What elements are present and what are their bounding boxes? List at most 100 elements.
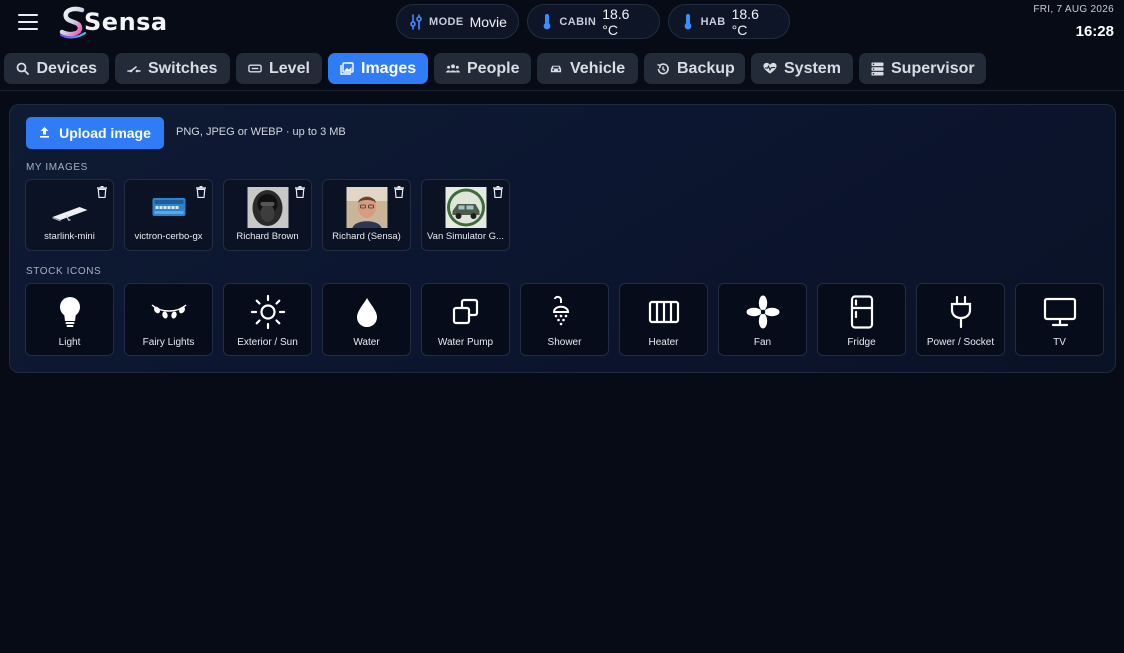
cabin-temp-pill[interactable]: CABIN 18.6 °C xyxy=(527,4,660,39)
hab-value: 18.6 °C xyxy=(731,5,759,38)
stock-icon-name: Light xyxy=(58,337,81,348)
tab-label: Supervisor xyxy=(891,59,975,77)
tv-icon xyxy=(1042,294,1078,330)
tab-vehicle[interactable]: Vehicle xyxy=(537,53,638,84)
stock-icon-fairy-lights[interactable]: Fairy Lights xyxy=(124,283,213,356)
mode-label: MODE xyxy=(429,15,464,28)
image-name: Richard Brown xyxy=(236,231,299,242)
tab-system[interactable]: System xyxy=(751,53,853,84)
water-drop-icon xyxy=(349,294,385,330)
sun-icon xyxy=(250,294,286,330)
logo-text: Sensa xyxy=(84,8,168,36)
tab-label: People xyxy=(467,59,520,77)
stock-icon-light[interactable]: Light xyxy=(25,283,114,356)
images-panel: Upload image PNG, JPEG or WEBP · up to 3… xyxy=(9,104,1116,373)
stock-icon-water-pump[interactable]: Water Pump xyxy=(421,283,510,356)
my-images-list: starlink-mini victron-cerbo-gx Richard B… xyxy=(25,179,510,251)
delete-icon[interactable] xyxy=(394,185,404,199)
shower-icon xyxy=(547,294,583,330)
stock-icon-power-socket[interactable]: Power / Socket xyxy=(916,283,1005,356)
cabin-value: 18.6 °C xyxy=(602,5,630,38)
fairy-lights-icon xyxy=(151,294,187,330)
level-icon xyxy=(248,62,262,76)
people-icon xyxy=(446,62,460,76)
image-card-richard-brown[interactable]: Richard Brown xyxy=(223,179,312,251)
tab-devices[interactable]: Devices xyxy=(4,53,109,84)
car-icon xyxy=(549,62,563,76)
thermometer-icon xyxy=(540,13,553,31)
time-display: 16:28 xyxy=(1075,23,1114,40)
search-icon xyxy=(16,62,30,76)
menu-icon[interactable] xyxy=(18,14,38,30)
image-thumbnail xyxy=(445,187,486,228)
stock-icon-name: Fairy Lights xyxy=(142,337,195,348)
image-thumbnail xyxy=(49,187,90,228)
stock-icon-water[interactable]: Water xyxy=(322,283,411,356)
logo: Sensa xyxy=(58,4,168,40)
server-icon xyxy=(871,62,884,76)
delete-icon[interactable] xyxy=(493,185,503,199)
mode-value: Movie xyxy=(469,13,507,30)
history-icon xyxy=(656,62,670,76)
date-display: FRI, 7 AUG 2026 xyxy=(1033,4,1114,15)
tab-switches[interactable]: Switches xyxy=(115,53,230,84)
image-card-van-simulator[interactable]: Van Simulator G... xyxy=(421,179,510,251)
image-card-richard-sensa[interactable]: Richard (Sensa) xyxy=(322,179,411,251)
tab-label: Images xyxy=(361,59,417,77)
my-images-heading: MY IMAGES xyxy=(26,162,88,173)
image-thumbnail xyxy=(148,187,189,228)
stock-icon-sun[interactable]: Exterior / Sun xyxy=(223,283,312,356)
lightbulb-icon xyxy=(52,294,88,330)
stock-icon-name: Shower xyxy=(547,337,582,348)
stock-icon-name: TV xyxy=(1053,337,1066,348)
tab-images[interactable]: Images xyxy=(328,53,428,84)
image-card-starlink-mini[interactable]: starlink-mini xyxy=(25,179,114,251)
stock-icon-name: Water Pump xyxy=(437,337,494,348)
switch-icon xyxy=(127,62,141,76)
top-bar: Sensa MODE Movie CABIN 18.6 °C HAB 18.6 … xyxy=(0,0,1124,46)
image-thumbnail xyxy=(247,187,288,228)
water-pump-icon xyxy=(448,294,484,330)
stock-icon-name: Fan xyxy=(753,337,772,348)
tab-bar: Devices Switches Level Images People Veh… xyxy=(4,53,986,85)
stock-icon-heater[interactable]: Heater xyxy=(619,283,708,356)
upload-image-button[interactable]: Upload image xyxy=(26,117,164,149)
stock-icon-name: Exterior / Sun xyxy=(237,337,298,348)
image-icon xyxy=(340,62,354,76)
tab-label: Devices xyxy=(36,59,98,77)
cabin-label: CABIN xyxy=(559,15,597,28)
tab-supervisor[interactable]: Supervisor xyxy=(859,53,986,84)
image-name: victron-cerbo-gx xyxy=(134,231,203,242)
stock-icon-name: Power / Socket xyxy=(926,337,995,348)
image-name: Van Simulator G... xyxy=(427,231,504,242)
stock-icons-heading: STOCK ICONS xyxy=(26,266,102,277)
stock-icon-tv[interactable]: TV xyxy=(1015,283,1104,356)
heater-icon xyxy=(646,294,682,330)
stock-icon-shower[interactable]: Shower xyxy=(520,283,609,356)
power-plug-icon xyxy=(943,294,979,330)
stock-icon-fan[interactable]: Fan xyxy=(718,283,807,356)
hab-temp-pill[interactable]: HAB 18.6 °C xyxy=(668,4,790,39)
delete-icon[interactable] xyxy=(295,185,305,199)
thermometer-icon xyxy=(681,13,695,31)
stock-icons-list: Light Fairy Lights Exterior / Sun Water … xyxy=(25,283,1104,356)
image-card-victron-cerbo-gx[interactable]: victron-cerbo-gx xyxy=(124,179,213,251)
tab-backup[interactable]: Backup xyxy=(644,53,745,84)
tab-level[interactable]: Level xyxy=(236,53,322,84)
tab-people[interactable]: People xyxy=(434,53,531,84)
delete-icon[interactable] xyxy=(97,185,107,199)
stock-icon-fridge[interactable]: Fridge xyxy=(817,283,906,356)
mode-pill[interactable]: MODE Movie xyxy=(396,4,519,39)
stock-icon-name: Fridge xyxy=(847,337,876,348)
image-name: Richard (Sensa) xyxy=(332,231,401,242)
tab-label: Switches xyxy=(148,59,218,77)
delete-icon[interactable] xyxy=(196,185,206,199)
hab-label: HAB xyxy=(700,15,726,28)
fridge-icon xyxy=(844,294,880,330)
upload-button-label: Upload image xyxy=(59,125,151,141)
tab-label: Backup xyxy=(677,59,735,77)
heart-pulse-icon xyxy=(763,62,777,76)
image-thumbnail xyxy=(346,187,387,228)
image-name: starlink-mini xyxy=(44,231,95,242)
mode-tune-icon xyxy=(409,13,423,31)
